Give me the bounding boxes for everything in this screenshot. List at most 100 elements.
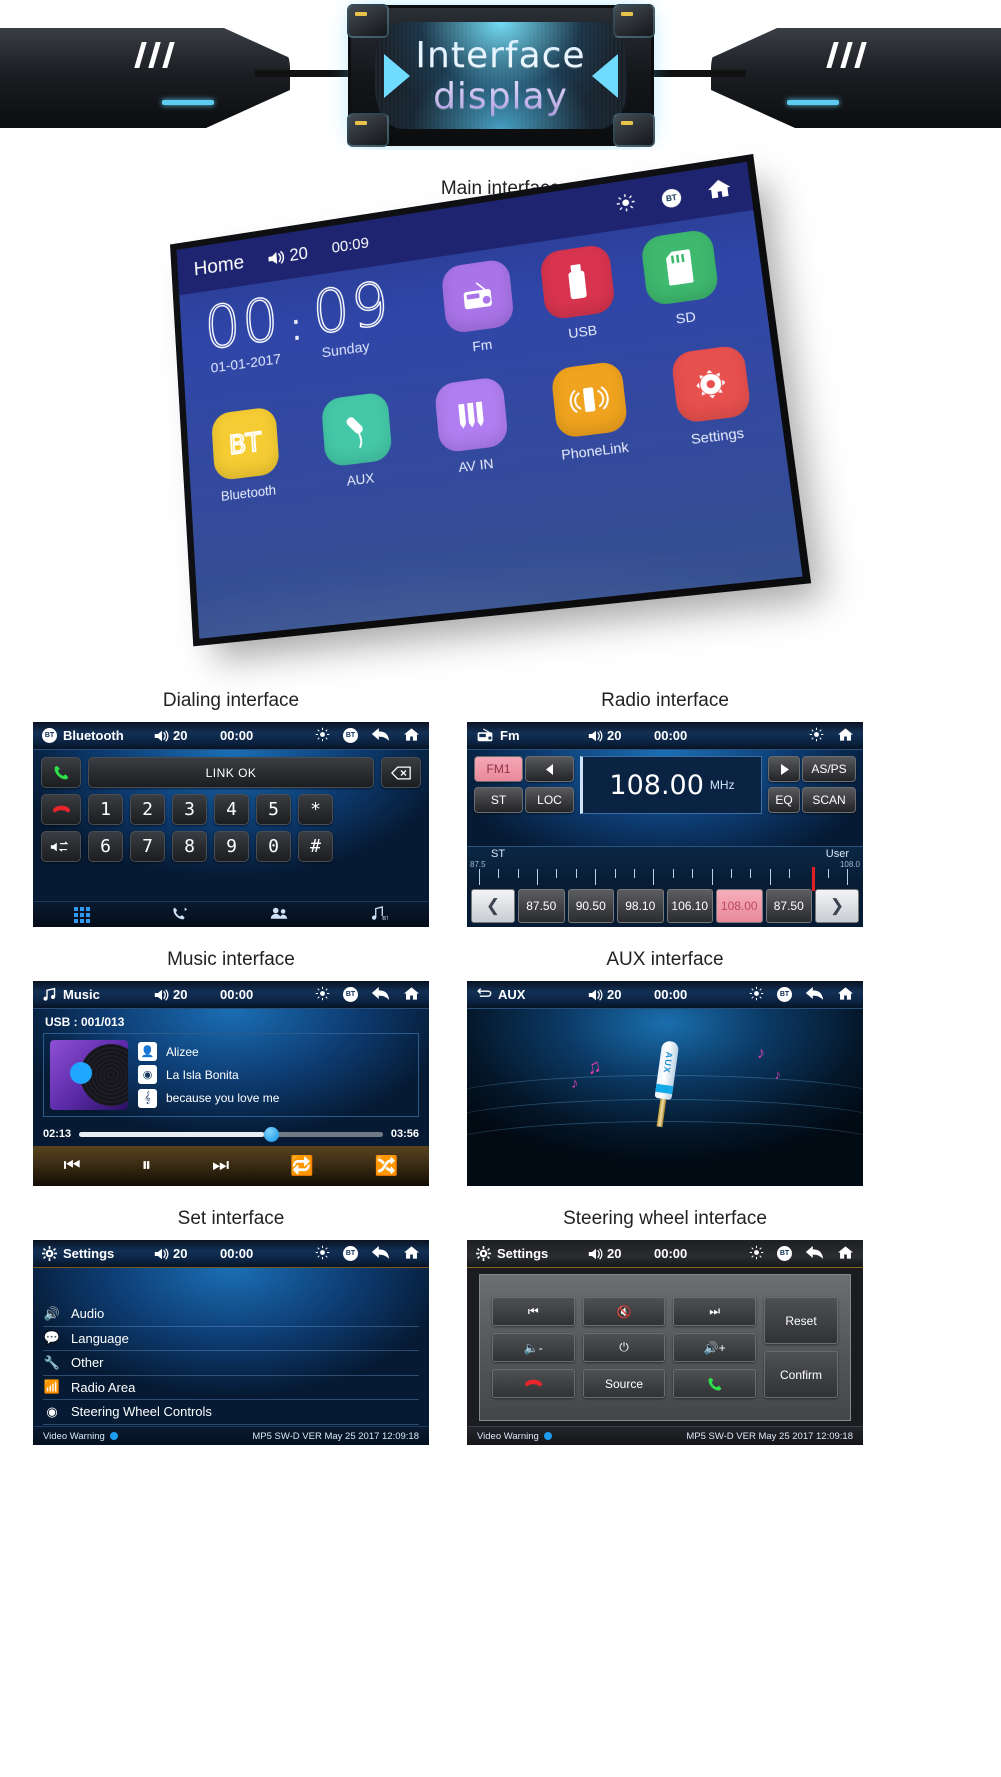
dial-key-0[interactable]: 0 — [256, 831, 291, 862]
radio-preset-prev-button[interactable]: ❮ — [471, 889, 515, 923]
bt-status-icon[interactable]: BT — [777, 1246, 792, 1261]
dial-key-hash[interactable]: # — [298, 831, 333, 862]
home-icon[interactable] — [706, 176, 734, 206]
app-av-in[interactable]: AV IN — [431, 376, 514, 478]
app-phonelink[interactable]: PhoneLink — [547, 360, 634, 463]
app-usb[interactable]: USB — [536, 243, 621, 345]
app-sd[interactable]: SD — [637, 228, 726, 331]
tab-call-log[interactable] — [172, 906, 189, 924]
app-bluetooth[interactable]: BT Bluetooth — [208, 406, 284, 505]
steering-source-button[interactable]: Source — [582, 1369, 666, 1398]
app-settings[interactable]: Settings — [667, 344, 758, 449]
dialing-volume[interactable]: 20 — [154, 728, 220, 743]
tab-contacts[interactable] — [270, 906, 288, 923]
aux-volume[interactable]: 20 — [588, 987, 654, 1002]
music-progress-slider[interactable] — [79, 1126, 383, 1142]
radio-eq-button[interactable]: EQ — [768, 787, 800, 813]
radio-preset-next-button[interactable]: ❯ — [815, 889, 859, 923]
dial-key-5[interactable]: 5 — [256, 794, 291, 825]
steering-mute-button[interactable]: 🔇 — [582, 1297, 666, 1326]
brightness-icon[interactable] — [615, 191, 638, 218]
call-answer-button[interactable] — [41, 757, 81, 788]
steering-volume-up-button[interactable]: 🔊+ — [673, 1333, 757, 1362]
dial-key-3[interactable]: 3 — [172, 794, 207, 825]
radio-st-button[interactable]: ST — [474, 787, 523, 813]
back-arrow-icon[interactable] — [371, 986, 390, 1003]
radio-play-button[interactable] — [768, 756, 800, 782]
dial-key-2[interactable]: 2 — [130, 794, 165, 825]
settings-item-language[interactable]: 💬 Language — [43, 1327, 419, 1351]
music-progress-knob[interactable] — [264, 1126, 280, 1142]
radio-preset-5[interactable]: 108.00 — [716, 889, 763, 923]
brightness-icon[interactable] — [809, 727, 824, 745]
main-volume-indicator[interactable]: 20 — [267, 243, 309, 268]
brightness-icon[interactable] — [749, 986, 764, 1004]
prev-track-button[interactable]: ⏮ — [63, 1155, 80, 1177]
back-arrow-icon[interactable] — [805, 1245, 824, 1262]
call-end-button[interactable] — [41, 794, 81, 825]
settings-item-other[interactable]: 🔧 Other — [43, 1351, 419, 1376]
steering-hangup-button[interactable] — [492, 1369, 575, 1398]
radio-preset-2[interactable]: 90.50 — [567, 889, 614, 923]
radio-preset-3[interactable]: 98.10 — [617, 889, 664, 923]
bt-status-icon[interactable]: BT — [777, 987, 792, 1002]
music-volume[interactable]: 20 — [154, 987, 220, 1002]
settings-item-audio[interactable]: 🔊 Audio — [43, 1302, 419, 1327]
home-icon[interactable] — [837, 1245, 854, 1263]
back-arrow-icon[interactable] — [805, 986, 824, 1003]
radio-preset-6[interactable]: 87.50 — [765, 889, 812, 923]
radio-preset-1[interactable]: 87.50 — [518, 889, 565, 923]
settings-item-steering-wheel[interactable]: ◉ Steering Wheel Controls — [43, 1400, 419, 1425]
app-fm[interactable]: Fm — [438, 258, 520, 358]
dial-key-6[interactable]: 6 — [88, 831, 123, 862]
next-track-button[interactable]: ⏭ — [212, 1155, 229, 1177]
settings-item-radio-area[interactable]: 📶 Radio Area — [43, 1376, 419, 1400]
radio-preset-4[interactable]: 106.10 — [666, 889, 713, 923]
brightness-icon[interactable] — [315, 986, 330, 1004]
back-arrow-icon[interactable] — [371, 1245, 390, 1262]
steering-power-button[interactable]: ⏻ — [582, 1333, 666, 1362]
steering-confirm-button[interactable]: Confirm — [764, 1351, 838, 1398]
dialing-number-display[interactable]: LINK OK — [88, 757, 374, 788]
dial-key-7[interactable]: 7 — [130, 831, 165, 862]
dial-key-8[interactable]: 8 — [172, 831, 207, 862]
steering-volume[interactable]: 20 — [588, 1246, 654, 1261]
home-icon[interactable] — [837, 727, 854, 745]
radio-volume[interactable]: 20 — [588, 728, 654, 743]
bt-status-icon[interactable]: BT — [343, 1246, 358, 1261]
repeat-button[interactable]: 🔁 — [290, 1154, 314, 1178]
radio-asps-button[interactable]: AS/PS — [802, 756, 856, 782]
radio-loc-button[interactable]: LOC — [525, 787, 574, 813]
dial-key-star[interactable]: * — [298, 794, 333, 825]
speaker-toggle-button[interactable] — [41, 831, 81, 862]
tab-keypad[interactable] — [73, 906, 90, 923]
bt-status-icon[interactable]: BT — [343, 728, 358, 743]
radio-band-button[interactable]: FM1 — [474, 756, 523, 782]
radio-prev-band-button[interactable] — [525, 756, 574, 782]
brightness-icon[interactable] — [315, 1245, 330, 1263]
dial-key-1[interactable]: 1 — [88, 794, 123, 825]
bt-status-icon[interactable]: BT — [343, 987, 358, 1002]
backspace-button[interactable] — [381, 757, 421, 788]
home-icon[interactable] — [403, 1245, 420, 1263]
home-icon[interactable] — [403, 986, 420, 1004]
steering-prev-track-button[interactable]: ⏮ — [492, 1297, 575, 1326]
dial-key-9[interactable]: 9 — [214, 831, 249, 862]
main-home-label[interactable]: Home — [193, 251, 245, 281]
steering-next-track-button[interactable]: ⏭ — [673, 1297, 757, 1326]
shuffle-button[interactable]: 🔀 — [375, 1154, 399, 1178]
home-icon[interactable] — [403, 727, 420, 745]
app-aux[interactable]: AUX — [318, 391, 398, 491]
dial-key-4[interactable]: 4 — [214, 794, 249, 825]
brightness-icon[interactable] — [315, 727, 330, 745]
steering-volume-down-button[interactable]: 🔈- — [492, 1333, 575, 1362]
brightness-icon[interactable] — [749, 1245, 764, 1263]
tab-bt-music[interactable]: BT — [370, 905, 390, 924]
home-icon[interactable] — [837, 986, 854, 1004]
steering-answer-button[interactable] — [673, 1369, 757, 1398]
radio-scan-button[interactable]: SCAN — [802, 787, 856, 813]
steering-reset-button[interactable]: Reset — [764, 1297, 838, 1344]
back-arrow-icon[interactable] — [371, 727, 390, 744]
pause-button[interactable]: ⏸ — [142, 1155, 152, 1177]
settings-volume[interactable]: 20 — [154, 1246, 220, 1261]
